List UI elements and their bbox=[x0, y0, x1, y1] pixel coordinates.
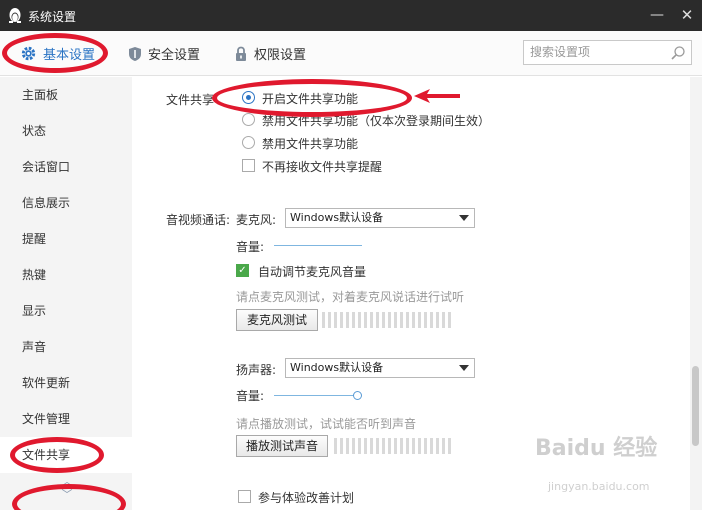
tab-permission-settings-label: 权限设置 bbox=[254, 48, 307, 63]
search-placeholder: 搜索设置项 bbox=[530, 45, 591, 59]
radio-disable-session[interactable] bbox=[242, 113, 255, 126]
mic-volume-slider[interactable] bbox=[274, 245, 362, 246]
sidebar-item-hotkey[interactable]: 热键 bbox=[0, 257, 132, 293]
sidebar-item-reminder[interactable]: 提醒 bbox=[0, 221, 132, 257]
sidebar-item-info-display[interactable]: 信息展示 bbox=[0, 185, 132, 221]
speaker-device-select[interactable]: Windows默认设备 bbox=[285, 358, 475, 378]
checkbox-no-reminder-label[interactable]: 不再接收文件共享提醒 bbox=[262, 158, 382, 175]
sidebar-item-display[interactable]: 显示 bbox=[0, 293, 132, 329]
checkbox-auto-adjust-mic[interactable]: ✓ bbox=[236, 264, 249, 277]
tab-basic-settings[interactable]: 基本设置 bbox=[20, 31, 95, 76]
speaker-test-button[interactable]: 播放测试声音 bbox=[236, 435, 328, 457]
mic-device-value: Windows默认设备 bbox=[290, 211, 384, 224]
speaker-test-hint: 请点播放测试，试试能否听到声音 bbox=[236, 417, 417, 431]
title-bar: 系统设置 — ✕ bbox=[0, 0, 702, 31]
mic-device-select[interactable]: Windows默认设备 bbox=[285, 208, 475, 228]
sidebar-item-file-share[interactable]: 文件共享 bbox=[0, 437, 132, 473]
radio-enable-file-share[interactable] bbox=[242, 91, 255, 104]
sidebar-item-chat-window[interactable]: 会话窗口 bbox=[0, 149, 132, 185]
tab-permission-settings[interactable]: 权限设置 bbox=[234, 31, 306, 76]
settings-tab-bar: 基本设置 安全设置 权限设置 搜索设置项 bbox=[0, 31, 702, 76]
minimize-button[interactable]: — bbox=[648, 6, 666, 24]
baidu-watermark-url: jingyan.baidu.com bbox=[548, 480, 650, 493]
mic-volume-label: 音量: bbox=[236, 240, 265, 254]
window-title: 系统设置 bbox=[28, 10, 77, 24]
search-input[interactable]: 搜索设置项 bbox=[523, 40, 692, 65]
checkbox-no-reminder[interactable] bbox=[242, 159, 255, 172]
chevron-up-icon[interactable]: ︿ bbox=[52, 475, 82, 488]
gear-icon bbox=[21, 46, 36, 61]
chevron-down-icon bbox=[459, 215, 469, 221]
tab-basic-settings-label: 基本设置 bbox=[43, 48, 96, 63]
av-call-section-label: 音视频通话: bbox=[166, 213, 231, 227]
speaker-level-meter bbox=[334, 438, 451, 454]
speaker-volume-knob[interactable] bbox=[353, 391, 362, 400]
radio-enable-file-share-label[interactable]: 开启文件共享功能 bbox=[262, 90, 358, 107]
sidebar-item-status[interactable]: 状态 bbox=[0, 113, 132, 149]
baidu-watermark: Baidu 经验 bbox=[535, 436, 658, 461]
mic-test-hint: 请点麦克风测试，对着麦克风说话进行试听 bbox=[236, 290, 465, 304]
chevron-down-icon bbox=[459, 365, 469, 371]
file-share-section-label: 文件共享 bbox=[166, 93, 215, 107]
sidebar-scroll-arrows: ︿ ﹀ bbox=[52, 475, 82, 505]
shield-icon bbox=[129, 46, 141, 61]
checkbox-join-program-label[interactable]: 参与体验改善计划 bbox=[258, 489, 354, 506]
sidebar-item-software-update[interactable]: 软件更新 bbox=[0, 365, 132, 401]
speaker-volume-label: 音量: bbox=[236, 389, 265, 403]
chevron-down-icon[interactable]: ﹀ bbox=[52, 488, 82, 501]
close-button[interactable]: ✕ bbox=[678, 6, 696, 24]
scrollbar-thumb[interactable] bbox=[692, 366, 699, 446]
tab-security-settings[interactable]: 安全设置 bbox=[128, 31, 200, 76]
settings-sidebar: 主面板 状态 会话窗口 信息展示 提醒 热键 显示 声音 软件更新 文件管理 文… bbox=[0, 77, 132, 510]
content-scrollbar[interactable] bbox=[690, 77, 702, 510]
sidebar-item-main-panel[interactable]: 主面板 bbox=[0, 77, 132, 113]
checkbox-join-program[interactable] bbox=[238, 490, 251, 503]
radio-disable-file-share-label[interactable]: 禁用文件共享功能 bbox=[262, 135, 358, 152]
sidebar-item-sound[interactable]: 声音 bbox=[0, 329, 132, 365]
lock-icon bbox=[236, 46, 246, 61]
speaker-device-value: Windows默认设备 bbox=[290, 361, 384, 374]
checkbox-auto-adjust-mic-label[interactable]: 自动调节麦克风音量 bbox=[258, 263, 366, 280]
speaker-volume-slider[interactable] bbox=[274, 395, 356, 396]
search-icon[interactable] bbox=[670, 45, 686, 61]
tab-security-settings-label: 安全设置 bbox=[148, 48, 201, 63]
speaker-label: 扬声器: bbox=[236, 363, 277, 377]
mic-test-button[interactable]: 麦克风测试 bbox=[236, 309, 318, 331]
sidebar-item-file-management[interactable]: 文件管理 bbox=[0, 401, 132, 437]
mic-level-meter bbox=[322, 312, 451, 328]
radio-disable-file-share[interactable] bbox=[242, 136, 255, 149]
penguin-logo-icon bbox=[9, 8, 21, 23]
mic-label: 麦克风: bbox=[236, 213, 277, 227]
radio-disable-session-label[interactable]: 禁用文件共享功能（仅本次登录期间生效） bbox=[262, 112, 490, 129]
